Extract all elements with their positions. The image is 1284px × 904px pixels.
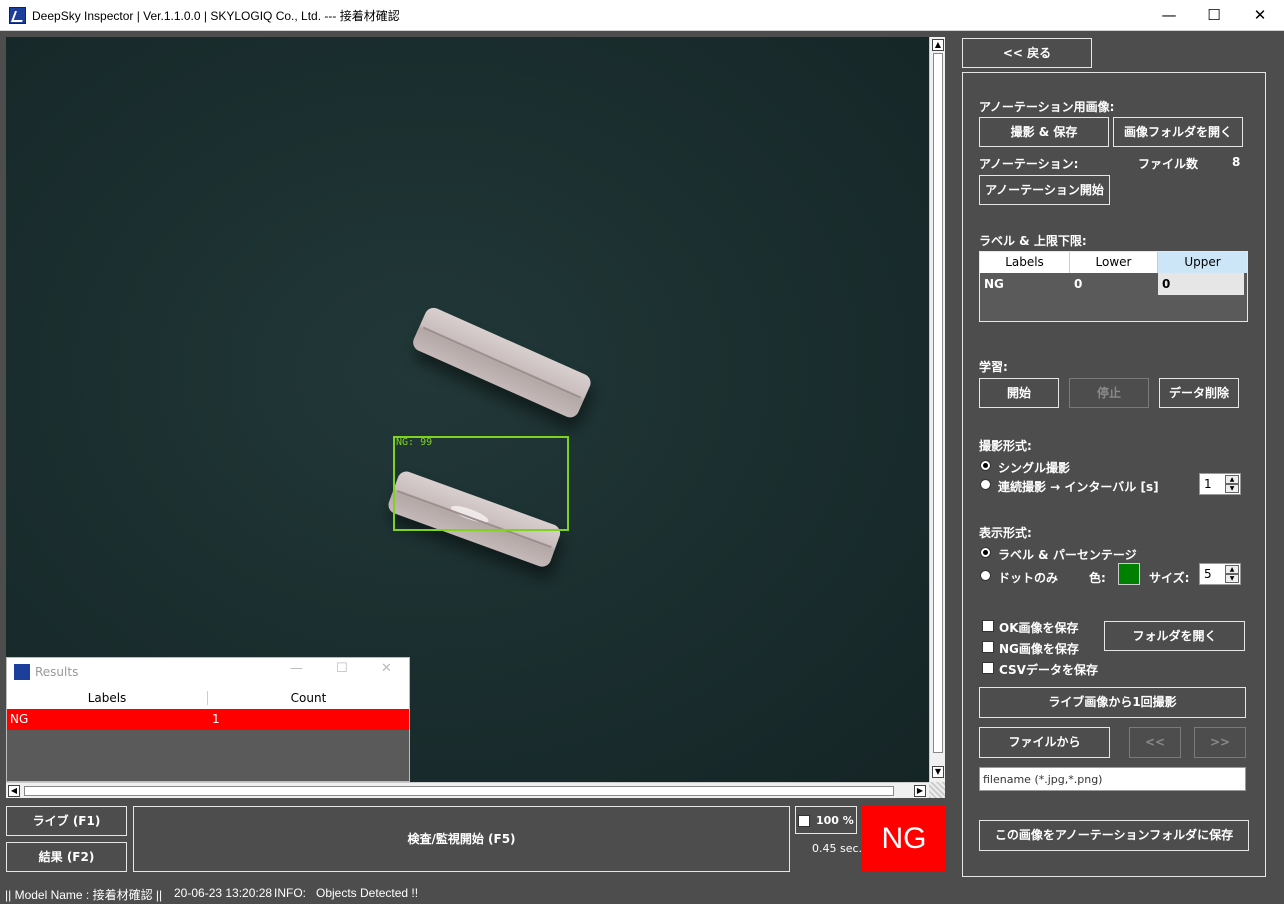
detection-label: NG: 99 <box>396 437 433 448</box>
train-start-button[interactable]: 開始 <box>979 378 1059 408</box>
display-mode-label: 表示形式: <box>979 526 1032 540</box>
continuous-capture-radio[interactable] <box>980 479 991 490</box>
model-name: || Model Name : 接着材確認 || <box>5 888 163 902</box>
save-ok-checkbox[interactable] <box>982 620 994 632</box>
capture-mode-label: 撮影形式: <box>979 439 1032 453</box>
stepper-down-icon[interactable]: ▼ <box>1225 484 1239 493</box>
detection-box <box>393 436 569 531</box>
open-image-folder-button[interactable]: 画像フォルダを開く <box>1113 117 1243 147</box>
column-header-labels: Labels <box>7 691 208 705</box>
lower-limit-cell[interactable]: 0 <box>1070 273 1158 295</box>
stepper-up-icon[interactable]: ▲ <box>1225 565 1239 574</box>
results-header: Labels Count <box>7 687 409 709</box>
continuous-capture-label: 連続撮影 → インターバル [s] <box>998 480 1159 494</box>
single-capture-radio[interactable] <box>980 460 991 471</box>
save-csv-checkbox[interactable] <box>982 662 994 674</box>
interval-stepper[interactable]: 1 ▲ ▼ <box>1199 473 1241 495</box>
column-header-upper: Upper <box>1158 252 1247 273</box>
results-title: Results <box>35 665 79 679</box>
app-logo-icon <box>9 7 26 24</box>
upper-limit-cell[interactable]: 0 <box>1158 273 1244 295</box>
scroll-down-icon[interactable]: ▼ <box>932 766 944 778</box>
interval-value[interactable]: 1 <box>1204 477 1212 491</box>
limits-table: Labels Lower Upper NG 0 0 <box>979 251 1248 322</box>
annotation-images-label: アノーテーション用画像: <box>979 100 1115 114</box>
title-bar: DeepSky Inspector | Ver.1.1.0.0 | SKYLOG… <box>0 0 1284 31</box>
train-stop-button[interactable]: 停止 <box>1069 378 1149 408</box>
results-window: Results — ☐ ✕ Labels Count NG 1 <box>6 657 410 782</box>
capture-save-button[interactable]: 撮影 & 保存 <box>979 117 1109 147</box>
inspection-time: 0.45 sec. <box>812 842 863 855</box>
status-datetime: 20-06-23 13:20:28 <box>174 886 273 900</box>
scroll-thumb[interactable] <box>933 53 943 753</box>
capture-from-live-button[interactable]: ライブ画像から1回撮影 <box>979 687 1246 718</box>
size-label: サイズ: <box>1149 571 1190 585</box>
label-percentage-radio[interactable] <box>980 547 991 558</box>
from-file-button[interactable]: ファイルから <box>979 727 1110 758</box>
back-button[interactable]: << 戻る <box>962 38 1092 68</box>
save-to-annotation-button[interactable]: この画像をアノーテーションフォルダに保存 <box>979 820 1249 851</box>
annotation-label: アノーテーション: <box>979 157 1079 171</box>
size-grip <box>929 782 945 798</box>
learning-label: 学習: <box>979 360 1008 374</box>
color-swatch[interactable] <box>1118 563 1140 585</box>
vertical-scrollbar[interactable]: ▲ ▼ <box>929 37 945 782</box>
column-header-lower: Lower <box>1070 252 1158 273</box>
row-count: 1 <box>212 712 220 726</box>
results-titlebar: Results — ☐ ✕ <box>7 658 409 687</box>
column-header-count: Count <box>290 691 327 705</box>
delete-data-button[interactable]: データ削除 <box>1159 378 1239 408</box>
size-stepper[interactable]: 5 ▲ ▼ <box>1199 563 1241 585</box>
minimize-icon[interactable]: — <box>290 661 303 676</box>
table-row[interactable]: NG 1 <box>7 709 409 730</box>
scroll-up-icon[interactable]: ▲ <box>932 39 944 51</box>
zoom-label: 100 % <box>816 814 854 827</box>
horizontal-scrollbar[interactable]: ◀ ▶ <box>6 782 929 798</box>
scroll-thumb[interactable] <box>24 786 894 796</box>
stepper-down-icon[interactable]: ▼ <box>1225 574 1239 583</box>
scroll-right-icon[interactable]: ▶ <box>914 785 926 797</box>
open-folder-button[interactable]: フォルダを開く <box>1104 621 1245 651</box>
verdict-indicator: NG <box>862 806 946 872</box>
save-csv-label: CSVデータを保存 <box>999 663 1098 677</box>
filename-input[interactable]: filename (*.jpg,*.png) <box>979 767 1246 791</box>
close-icon[interactable]: ✕ <box>381 661 392 676</box>
close-button[interactable]: ✕ <box>1237 0 1283 31</box>
dots-only-label: ドットのみ <box>998 571 1059 585</box>
status-info: INFO: Objects Detected !! <box>274 886 419 900</box>
label-percentage-label: ラベル & パーセンテージ <box>998 548 1137 562</box>
save-ng-checkbox[interactable] <box>982 641 994 653</box>
dots-only-radio[interactable] <box>980 570 991 581</box>
minimize-button[interactable]: — <box>1146 0 1192 31</box>
size-value[interactable]: 5 <box>1204 567 1212 581</box>
pill-object <box>410 305 594 421</box>
row-label: NG <box>10 712 29 726</box>
result-button[interactable]: 結果 (F2) <box>6 842 127 872</box>
file-count-value: 8 <box>1232 155 1241 169</box>
window-title: DeepSky Inspector | Ver.1.1.0.0 | SKYLOG… <box>32 9 400 23</box>
next-image-button[interactable]: >> <box>1194 727 1246 758</box>
scroll-left-icon[interactable]: ◀ <box>8 785 20 797</box>
limit-label-cell[interactable]: NG <box>980 273 1070 295</box>
zoom-100-checkbox[interactable]: 100 % <box>795 806 857 834</box>
maximize-button[interactable]: ☐ <box>1191 0 1237 31</box>
stepper-up-icon[interactable]: ▲ <box>1225 475 1239 484</box>
live-button[interactable]: ライブ (F1) <box>6 806 127 836</box>
label-limits-label: ラベル & 上限下限: <box>979 234 1087 248</box>
save-ok-label: OK画像を保存 <box>999 621 1079 635</box>
single-capture-label: シングル撮影 <box>998 461 1071 475</box>
column-header-labels: Labels <box>980 252 1070 273</box>
app-logo-icon <box>14 664 30 680</box>
color-label: 色: <box>1089 571 1106 585</box>
file-count-label: ファイル数 <box>1138 157 1199 171</box>
start-annotation-button[interactable]: アノーテーション開始 <box>979 175 1110 205</box>
prev-image-button[interactable]: << <box>1129 727 1181 758</box>
maximize-icon[interactable]: ☐ <box>336 661 348 676</box>
save-ng-label: NG画像を保存 <box>999 642 1079 656</box>
status-bar: || Model Name : 接着材確認 || 20-06-23 13:20:… <box>0 882 1284 904</box>
checkbox-box[interactable] <box>798 815 810 827</box>
inspect-start-button[interactable]: 検査/監視開始 (F5) <box>133 806 790 872</box>
